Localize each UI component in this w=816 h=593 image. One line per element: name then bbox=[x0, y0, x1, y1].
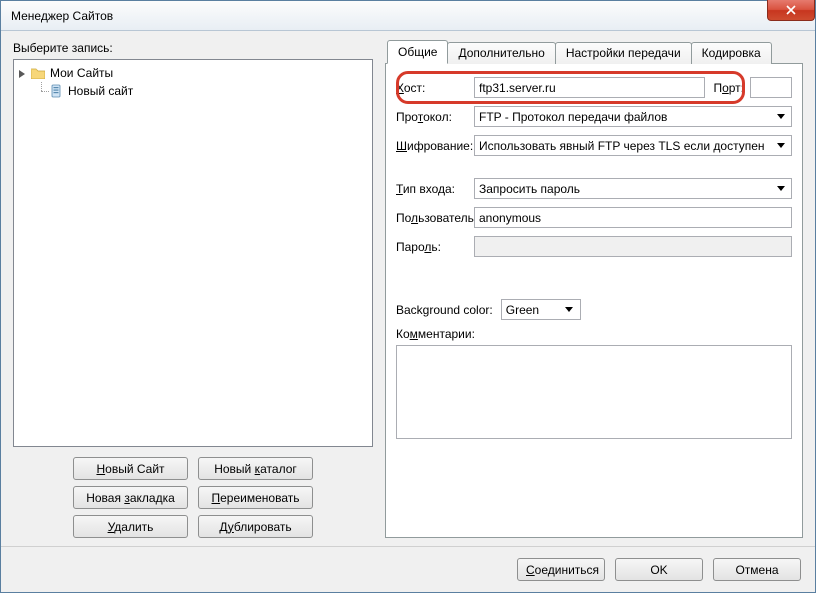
close-button[interactable] bbox=[767, 0, 815, 21]
host-label: Хост: bbox=[396, 81, 474, 95]
tree-root-row[interactable]: Мои Сайты bbox=[16, 64, 370, 82]
close-icon bbox=[786, 5, 796, 15]
logon-row: Тип входа: Запросить пароль bbox=[396, 177, 792, 200]
chevron-down-icon bbox=[561, 301, 578, 318]
logon-select[interactable]: Запросить пароль bbox=[474, 178, 792, 199]
chevron-down-icon bbox=[772, 108, 789, 125]
comments-block: Комментарии: bbox=[396, 327, 792, 442]
encryption-row: Шифрование: Использовать явный FTP через… bbox=[396, 134, 792, 157]
password-input bbox=[474, 236, 792, 257]
left-buttons: Новый Сайт Новый каталог Новая закладка … bbox=[13, 457, 373, 538]
ok-button[interactable]: OK bbox=[615, 558, 703, 581]
encryption-select[interactable]: Использовать явный FTP через TLS если до… bbox=[474, 135, 792, 156]
site-manager-window: Менеджер Сайтов Выберите запись: М bbox=[0, 0, 816, 593]
footer: Соединиться OK Отмена bbox=[1, 546, 815, 592]
tab-advanced[interactable]: Дополнительно bbox=[447, 42, 555, 64]
tab-strip: Общие Дополнительно Настройки передачи К… bbox=[387, 42, 803, 64]
upper-area: Выберите запись: Мои Сайты bbox=[13, 41, 803, 538]
new-folder-button[interactable]: Новый каталог bbox=[198, 457, 313, 480]
protocol-select[interactable]: FTP - Протокол передачи файлов bbox=[474, 106, 792, 127]
user-label: Пользователь: bbox=[396, 211, 474, 225]
new-bookmark-button[interactable]: Новая закладка bbox=[73, 486, 188, 509]
password-label: Пароль: bbox=[396, 240, 474, 254]
tab-transfer[interactable]: Настройки передачи bbox=[555, 42, 692, 64]
chevron-down-icon bbox=[772, 137, 789, 154]
window-title: Менеджер Сайтов bbox=[11, 9, 113, 23]
password-row: Пароль: bbox=[396, 235, 792, 258]
tree-root-label: Мои Сайты bbox=[50, 66, 113, 80]
port-label: Порт: bbox=[713, 81, 744, 95]
collapse-icon[interactable] bbox=[16, 67, 28, 79]
new-site-button[interactable]: Новый Сайт bbox=[73, 457, 188, 480]
logon-label: Тип входа: bbox=[396, 182, 474, 196]
delete-button[interactable]: Удалить bbox=[73, 515, 188, 538]
connect-button[interactable]: Соединиться bbox=[517, 558, 605, 581]
titlebar[interactable]: Менеджер Сайтов bbox=[1, 1, 815, 31]
port-input[interactable] bbox=[750, 77, 792, 98]
comments-label: Комментарии: bbox=[396, 327, 475, 341]
bgcolor-label: Background color: bbox=[396, 303, 493, 317]
tree-connector bbox=[36, 82, 48, 100]
site-tree[interactable]: Мои Сайты Новый сайт bbox=[13, 59, 373, 447]
protocol-value: FTP - Протокол передачи файлов bbox=[479, 110, 667, 124]
general-panel: Хост: Порт: Протокол: FTP - Протокол пер… bbox=[385, 63, 803, 538]
right-pane: Общие Дополнительно Настройки передачи К… bbox=[385, 41, 803, 538]
left-pane: Выберите запись: Мои Сайты bbox=[13, 41, 373, 538]
encryption-value: Использовать явный FTP через TLS если до… bbox=[479, 139, 765, 153]
cancel-button[interactable]: Отмена bbox=[713, 558, 801, 581]
encryption-label: Шифрование: bbox=[396, 139, 474, 153]
logon-value: Запросить пароль bbox=[479, 182, 580, 196]
content-area: Выберите запись: Мои Сайты bbox=[1, 31, 815, 592]
folder-icon bbox=[30, 65, 46, 81]
bgcolor-value: Green bbox=[506, 303, 539, 317]
tree-child-row[interactable]: Новый сайт bbox=[16, 82, 370, 100]
bgcolor-row: Background color: Green bbox=[396, 298, 792, 321]
user-input[interactable] bbox=[474, 207, 792, 228]
host-input[interactable] bbox=[474, 77, 705, 98]
rename-button[interactable]: Переименовать bbox=[198, 486, 313, 509]
tab-general[interactable]: Общие bbox=[387, 40, 448, 64]
comments-textarea[interactable] bbox=[396, 345, 792, 439]
tab-charset[interactable]: Кодировка bbox=[691, 42, 772, 64]
user-row: Пользователь: bbox=[396, 206, 792, 229]
select-entry-label: Выберите запись: bbox=[13, 41, 373, 55]
server-icon bbox=[48, 83, 64, 99]
host-row: Хост: Порт: bbox=[396, 76, 792, 99]
chevron-down-icon bbox=[772, 180, 789, 197]
bgcolor-select[interactable]: Green bbox=[501, 299, 581, 320]
duplicate-button[interactable]: Дублировать bbox=[198, 515, 313, 538]
protocol-label: Протокол: bbox=[396, 110, 474, 124]
tree-child-label: Новый сайт bbox=[68, 84, 133, 98]
protocol-row: Протокол: FTP - Протокол передачи файлов bbox=[396, 105, 792, 128]
